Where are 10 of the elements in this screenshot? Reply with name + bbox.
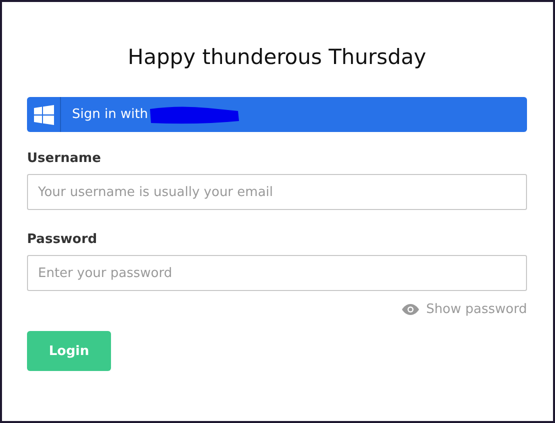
field-label: Username	[27, 151, 102, 166]
password-field[interactable]: Enter your password	[27, 255, 527, 291]
sso-sign-in-button[interactable]: Sign in with	[27, 97, 527, 132]
username-field[interactable]: Your username is usually your email	[27, 174, 527, 210]
field-label: Password	[27, 232, 98, 247]
login-button[interactable]: Login	[27, 331, 111, 371]
greeting-title: Happy thunderous Thursday	[126, 44, 428, 71]
eye-icon	[402, 304, 420, 315]
show-password-toggle[interactable]: Show password	[402, 302, 527, 317]
windows-logo-icon	[34, 104, 54, 124]
